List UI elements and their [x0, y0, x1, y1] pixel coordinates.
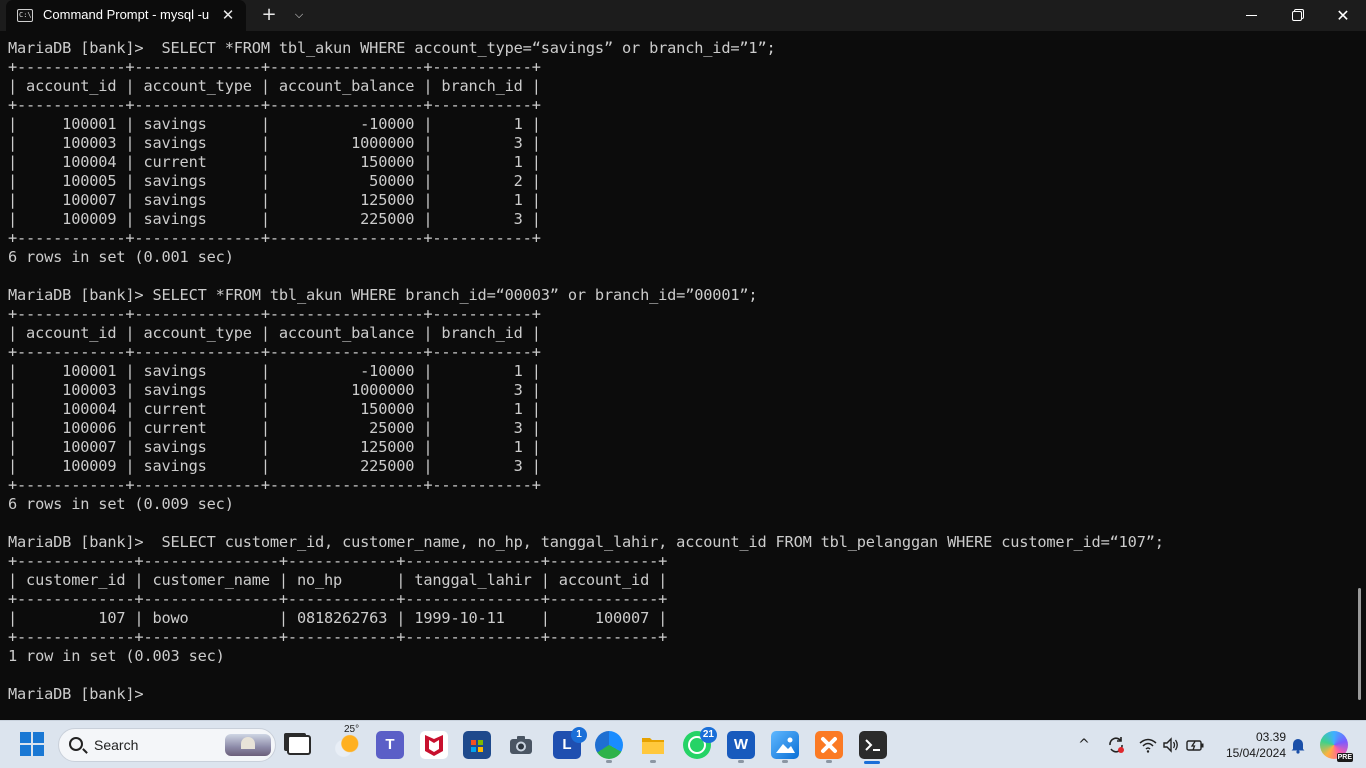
terminal-line: +------------+--------------+-----------… — [8, 476, 541, 494]
active-app-indicator — [864, 761, 880, 764]
terminal-icon[interactable] — [859, 731, 887, 759]
terminal-line: MariaDB [bank]> SELECT *FROM tbl_akun WH… — [8, 39, 776, 57]
terminal-line: | 100004 | current | 150000 | 1 | — [8, 153, 541, 171]
running-indicator — [606, 760, 612, 763]
running-indicator — [826, 760, 832, 763]
battery-icon[interactable] — [1185, 735, 1205, 755]
search-label: Search — [94, 737, 139, 753]
mcafee-icon[interactable] — [420, 731, 448, 759]
weather-icon[interactable] — [333, 731, 361, 759]
terminal-line: +-------------+---------------+---------… — [8, 590, 668, 608]
notification-bell-icon[interactable] — [1288, 735, 1308, 755]
close-tab-icon[interactable]: ✕ — [218, 5, 238, 25]
terminal-line: | 100009 | savings | 225000 | 3 | — [8, 457, 541, 475]
minimize-icon — [1245, 15, 1257, 16]
taskbar-search[interactable]: Search — [58, 728, 276, 762]
notification-badge: 1 — [571, 727, 587, 743]
terminal-line: | 100001 | savings | -10000 | 1 | — [8, 362, 541, 380]
teams-letter: T — [385, 736, 395, 753]
command-prompt-icon: C:\ — [17, 9, 33, 22]
terminal-line: | 100003 | savings | 1000000 | 3 | — [8, 381, 541, 399]
terminal-output[interactable]: MariaDB [bank]> SELECT *FROM tbl_akun WH… — [8, 39, 1348, 719]
photos-icon[interactable] — [771, 731, 799, 759]
running-indicator — [738, 760, 744, 763]
wifi-icon[interactable] — [1138, 735, 1158, 755]
clock-date: 15/04/2024 — [1225, 746, 1286, 760]
camera-icon[interactable] — [507, 731, 535, 759]
whatsapp-icon[interactable]: 21 — [683, 727, 717, 759]
copilot-icon[interactable]: PRE — [1320, 731, 1353, 762]
weather-temperature: 25° — [344, 724, 360, 735]
terminal-line: | 100006 | current | 25000 | 3 | — [8, 419, 541, 437]
terminal-line: +------------+--------------+-----------… — [8, 305, 541, 323]
terminal-line: 1 row in set (0.003 sec) — [8, 647, 225, 665]
clock-time: 03.39 — [1255, 730, 1286, 744]
taskbar: Search 25° T L 1 21 W ^ 03.39 15/04/2024… — [0, 720, 1366, 768]
terminal-line: +-------------+---------------+---------… — [8, 552, 668, 570]
minimize-button[interactable] — [1228, 0, 1274, 31]
start-button[interactable] — [19, 731, 47, 759]
terminal-line: +------------+--------------+-----------… — [8, 58, 541, 76]
terminal-line: | account_id | account_type | account_ba… — [8, 324, 541, 342]
terminal-line: | 100007 | savings | 125000 | 1 | — [8, 191, 541, 209]
terminal-line: | 100001 | savings | -10000 | 1 | — [8, 115, 541, 133]
windows-logo-icon — [20, 732, 47, 756]
maximize-button[interactable] — [1274, 0, 1320, 31]
terminal-line: +------------+--------------+-----------… — [8, 96, 541, 114]
terminal-line: | customer_id | customer_name | no_hp | … — [8, 571, 668, 589]
terminal-line: | 107 | bowo | 0818262763 | 1999-10-11 |… — [8, 609, 668, 627]
xampp-icon[interactable] — [815, 731, 843, 759]
edge-icon[interactable] — [595, 731, 623, 759]
word-icon[interactable]: W — [727, 731, 755, 759]
l-app-icon[interactable]: L 1 — [553, 727, 587, 759]
close-window-button[interactable]: ✕ — [1320, 0, 1366, 31]
chevron-down-icon[interactable]: ⌵ — [289, 5, 309, 25]
volume-icon[interactable] — [1161, 735, 1181, 755]
new-tab-button[interactable]: + — [259, 5, 279, 25]
terminal-line: | 100004 | current | 150000 | 1 | — [8, 400, 541, 418]
task-view-icon[interactable] — [287, 735, 311, 755]
search-icon — [69, 737, 83, 751]
terminal-line: +------------+--------------+-----------… — [8, 229, 541, 247]
terminal-line: 6 rows in set (0.009 sec) — [8, 495, 234, 513]
restore-icon — [1292, 10, 1302, 21]
terminal-line: | 100003 | savings | 1000000 | 3 | — [8, 134, 541, 152]
clock[interactable]: 03.39 15/04/2024 — [1218, 729, 1286, 761]
terminal-line: | account_id | account_type | account_ba… — [8, 77, 541, 95]
terminal-line: MariaDB [bank]> — [8, 685, 144, 703]
search-highlight-image — [225, 734, 271, 756]
microsoft-store-icon[interactable] — [463, 731, 491, 759]
file-explorer-icon[interactable] — [639, 731, 667, 759]
terminal-line: | 100007 | savings | 125000 | 1 | — [8, 438, 541, 456]
terminal-line: | 100005 | savings | 50000 | 2 | — [8, 172, 541, 190]
notification-badge: 21 — [699, 727, 717, 743]
terminal-line: MariaDB [bank]> SELECT customer_id, cust… — [8, 533, 1164, 551]
teams-icon[interactable]: T — [376, 731, 404, 759]
title-bar: C:\ Command Prompt - mysql -u ✕ + ⌵ ✕ — [0, 0, 1366, 31]
terminal-line: +------------+--------------+-----------… — [8, 343, 541, 361]
running-indicator — [650, 760, 656, 763]
terminal-line: MariaDB [bank]> SELECT *FROM tbl_akun WH… — [8, 286, 758, 304]
show-hidden-icons-chevron[interactable]: ^ — [1074, 735, 1094, 755]
tab-title: Command Prompt - mysql -u — [43, 7, 210, 22]
terminal-line: | 100009 | savings | 225000 | 3 | — [8, 210, 541, 228]
terminal-line: 6 rows in set (0.001 sec) — [8, 248, 234, 266]
word-letter: W — [733, 736, 749, 753]
terminal-tab[interactable]: C:\ Command Prompt - mysql -u ✕ — [6, 0, 246, 31]
l-app-letter: L — [562, 736, 572, 753]
terminal-line: +-------------+---------------+---------… — [8, 628, 668, 646]
sync-icon[interactable] — [1106, 735, 1126, 755]
running-indicator — [782, 760, 788, 763]
scrollbar[interactable] — [1358, 588, 1361, 700]
pre-badge-image: PRE — [1336, 753, 1353, 762]
